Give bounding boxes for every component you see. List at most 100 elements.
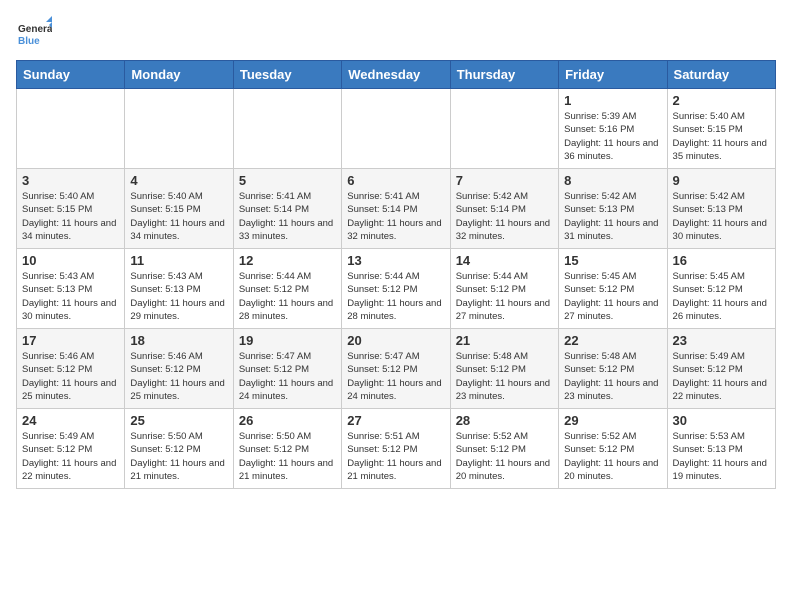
day-header-tuesday: Tuesday (233, 61, 341, 89)
calendar-cell: 26Sunrise: 5:50 AM Sunset: 5:12 PM Dayli… (233, 409, 341, 489)
day-info: Sunrise: 5:41 AM Sunset: 5:14 PM Dayligh… (239, 190, 336, 243)
day-number: 10 (22, 253, 119, 268)
calendar-cell: 20 Sunrise: 5:47 AM Sunset: 5:12 PM Dayli… (342, 329, 450, 409)
calendar-cell: 17 Sunrise: 5:46 AM Sunset: 5:12 PM Dayli… (17, 329, 125, 409)
day-info: Sunrise: 5:49 AM Sunset: 5:12 PM Dayligh… (673, 350, 770, 403)
calendar-cell: 19 Sunrise: 5:47 AM Sunset: 5:12 PM Dayli… (233, 329, 341, 409)
calendar-cell: 21 Sunrise: 5:48 AM Sunset: 5:12 PM Dayli… (450, 329, 558, 409)
calendar-cell: 7 Sunrise: 5:42 AM Sunset: 5:14 PM Daylig… (450, 169, 558, 249)
calendar-header-row: SundayMondayTuesdayWednesdayThursdayFrid… (17, 61, 776, 89)
day-number: 5 (239, 173, 336, 188)
calendar-table: SundayMondayTuesdayWednesdayThursdayFrid… (16, 60, 776, 489)
calendar-cell: 2Sunrise: 5:40 AM Sunset: 5:15 PM Daylig… (667, 89, 775, 169)
calendar-cell: 29 Sunrise: 5:52 AM Sunset: 5:12 PM Dayli… (559, 409, 667, 489)
page-header: General Blue (16, 16, 776, 52)
day-info: Sunrise: 5:48 AM Sunset: 5:12 PM Dayligh… (564, 350, 661, 403)
calendar-cell: 13 Sunrise: 5:44 AM Sunset: 5:12 PM Dayli… (342, 249, 450, 329)
day-number: 27 (347, 413, 444, 428)
day-number: 17 (22, 333, 119, 348)
day-number: 13 (347, 253, 444, 268)
calendar-week-row: 3 Sunrise: 5:40 AM Sunset: 5:15 PM Daylig… (17, 169, 776, 249)
calendar-cell: 22 Sunrise: 5:48 AM Sunset: 5:12 PM Dayli… (559, 329, 667, 409)
day-number: 20 (347, 333, 444, 348)
day-info: Sunrise: 5:44 AM Sunset: 5:12 PM Dayligh… (456, 270, 553, 323)
day-number: 4 (130, 173, 227, 188)
calendar-cell: 14 Sunrise: 5:44 AM Sunset: 5:12 PM Dayli… (450, 249, 558, 329)
day-info: Sunrise: 5:44 AM Sunset: 5:12 PM Dayligh… (239, 270, 336, 323)
svg-text:General: General (18, 24, 52, 35)
day-info: Sunrise: 5:46 AM Sunset: 5:12 PM Dayligh… (22, 350, 119, 403)
calendar-cell: 27 Sunrise: 5:51 AM Sunset: 5:12 PM Dayli… (342, 409, 450, 489)
calendar-week-row: 17 Sunrise: 5:46 AM Sunset: 5:12 PM Dayli… (17, 329, 776, 409)
logo-bird-icon: General Blue (16, 16, 52, 52)
day-number: 18 (130, 333, 227, 348)
day-header-saturday: Saturday (667, 61, 775, 89)
day-info: Sunrise: 5:53 AM Sunset: 5:13 PM Dayligh… (673, 430, 770, 483)
day-info: Sunrise: 5:51 AM Sunset: 5:12 PM Dayligh… (347, 430, 444, 483)
day-info: Sunrise: 5:48 AM Sunset: 5:12 PM Dayligh… (456, 350, 553, 403)
day-number: 22 (564, 333, 661, 348)
calendar-cell: 23 Sunrise: 5:49 AM Sunset: 5:12 PM Dayli… (667, 329, 775, 409)
day-info: Sunrise: 5:46 AM Sunset: 5:12 PM Dayligh… (130, 350, 227, 403)
calendar-cell: 12 Sunrise: 5:44 AM Sunset: 5:12 PM Dayli… (233, 249, 341, 329)
day-number: 3 (22, 173, 119, 188)
day-info: Sunrise: 5:50 AM Sunset: 5:12 PM Dayligh… (130, 430, 227, 483)
day-number: 9 (673, 173, 770, 188)
day-info: Sunrise: 5:49 AM Sunset: 5:12 PM Dayligh… (22, 430, 119, 483)
day-info: Sunrise: 5:47 AM Sunset: 5:12 PM Dayligh… (347, 350, 444, 403)
day-number: 14 (456, 253, 553, 268)
day-number: 28 (456, 413, 553, 428)
svg-text:Blue: Blue (18, 36, 40, 47)
calendar-cell: 28 Sunrise: 5:52 AM Sunset: 5:12 PM Dayli… (450, 409, 558, 489)
day-number: 19 (239, 333, 336, 348)
day-header-thursday: Thursday (450, 61, 558, 89)
day-info: Sunrise: 5:47 AM Sunset: 5:12 PM Dayligh… (239, 350, 336, 403)
day-info: Sunrise: 5:40 AM Sunset: 5:15 PM Dayligh… (673, 110, 770, 163)
day-header-friday: Friday (559, 61, 667, 89)
calendar-cell: 6Sunrise: 5:41 AM Sunset: 5:14 PM Daylig… (342, 169, 450, 249)
calendar-cell (342, 89, 450, 169)
calendar-cell: 8 Sunrise: 5:42 AM Sunset: 5:13 PM Daylig… (559, 169, 667, 249)
calendar-cell (17, 89, 125, 169)
day-number: 25 (130, 413, 227, 428)
day-header-monday: Monday (125, 61, 233, 89)
day-info: Sunrise: 5:45 AM Sunset: 5:12 PM Dayligh… (673, 270, 770, 323)
day-number: 11 (130, 253, 227, 268)
day-info: Sunrise: 5:42 AM Sunset: 5:13 PM Dayligh… (564, 190, 661, 243)
day-number: 8 (564, 173, 661, 188)
calendar-cell (125, 89, 233, 169)
day-number: 24 (22, 413, 119, 428)
calendar-cell: 1Sunrise: 5:39 AM Sunset: 5:16 PM Daylig… (559, 89, 667, 169)
calendar-cell: 5 Sunrise: 5:41 AM Sunset: 5:14 PM Daylig… (233, 169, 341, 249)
calendar-cell: 3 Sunrise: 5:40 AM Sunset: 5:15 PM Daylig… (17, 169, 125, 249)
day-info: Sunrise: 5:43 AM Sunset: 5:13 PM Dayligh… (22, 270, 119, 323)
calendar-cell: 24 Sunrise: 5:49 AM Sunset: 5:12 PM Dayli… (17, 409, 125, 489)
day-header-wednesday: Wednesday (342, 61, 450, 89)
calendar-cell: 9Sunrise: 5:42 AM Sunset: 5:13 PM Daylig… (667, 169, 775, 249)
calendar-cell: 10 Sunrise: 5:43 AM Sunset: 5:13 PM Dayli… (17, 249, 125, 329)
day-number: 7 (456, 173, 553, 188)
calendar-cell: 15Sunrise: 5:45 AM Sunset: 5:12 PM Dayli… (559, 249, 667, 329)
day-number: 6 (347, 173, 444, 188)
calendar-cell: 30 Sunrise: 5:53 AM Sunset: 5:13 PM Dayli… (667, 409, 775, 489)
day-info: Sunrise: 5:52 AM Sunset: 5:12 PM Dayligh… (456, 430, 553, 483)
day-number: 29 (564, 413, 661, 428)
calendar-cell: 16 Sunrise: 5:45 AM Sunset: 5:12 PM Dayli… (667, 249, 775, 329)
day-number: 15 (564, 253, 661, 268)
calendar-cell (450, 89, 558, 169)
calendar-cell: 11Sunrise: 5:43 AM Sunset: 5:13 PM Dayli… (125, 249, 233, 329)
day-number: 30 (673, 413, 770, 428)
logo: General Blue (16, 16, 52, 52)
day-number: 12 (239, 253, 336, 268)
day-info: Sunrise: 5:52 AM Sunset: 5:12 PM Dayligh… (564, 430, 661, 483)
day-number: 16 (673, 253, 770, 268)
calendar-cell (233, 89, 341, 169)
day-header-sunday: Sunday (17, 61, 125, 89)
day-number: 21 (456, 333, 553, 348)
calendar-week-row: 24 Sunrise: 5:49 AM Sunset: 5:12 PM Dayli… (17, 409, 776, 489)
day-info: Sunrise: 5:42 AM Sunset: 5:14 PM Dayligh… (456, 190, 553, 243)
day-info: Sunrise: 5:40 AM Sunset: 5:15 PM Dayligh… (22, 190, 119, 243)
day-info: Sunrise: 5:44 AM Sunset: 5:12 PM Dayligh… (347, 270, 444, 323)
day-number: 23 (673, 333, 770, 348)
day-info: Sunrise: 5:40 AM Sunset: 5:15 PM Dayligh… (130, 190, 227, 243)
